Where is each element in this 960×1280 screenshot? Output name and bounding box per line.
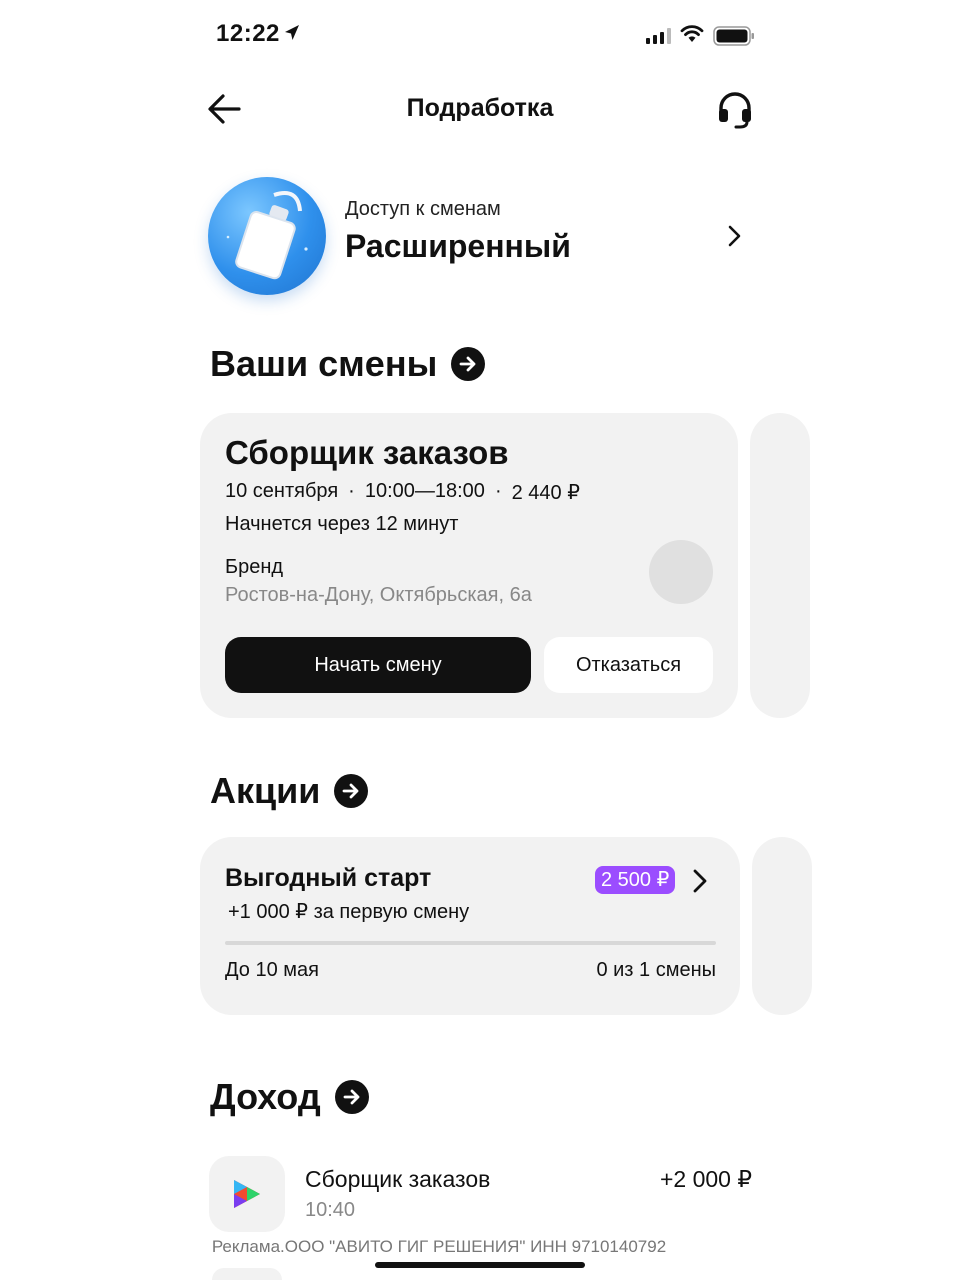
- shift-address: Ростов-на-Дону, Октябрьская, 6а: [225, 584, 532, 606]
- arrow-right-circle-icon[interactable]: [451, 347, 486, 381]
- shift-meta: 10 сентября · 10:00—18:00 · 2 440 ₽: [225, 480, 580, 505]
- promo-title: Выгодный старт: [225, 864, 432, 892]
- cellular-signal-icon: [646, 28, 671, 44]
- decline-shift-button[interactable]: Отказаться: [544, 637, 713, 693]
- chevron-right-icon[interactable]: [724, 224, 744, 248]
- section-shifts-title: Ваши смены: [210, 343, 438, 384]
- promo-card-next[interactable]: [752, 837, 812, 1015]
- shift-date: 10 сентября: [225, 480, 339, 502]
- promo-reward-badge: 2 500 ₽: [595, 866, 676, 894]
- support-headset-icon[interactable]: [716, 90, 754, 130]
- shift-starts-in: Начнется через 12 минут: [225, 513, 459, 535]
- shift-title: Сборщик заказов: [225, 434, 509, 471]
- section-promos-title: Акции: [210, 770, 321, 811]
- promo-subtitle: +1 000 ₽ за первую смену: [228, 901, 470, 923]
- wifi-icon: [680, 25, 704, 42]
- access-subtitle: Доступ к сменам: [345, 198, 501, 220]
- shift-pay: 2 440 ₽: [511, 482, 580, 504]
- income-app-icon: [209, 1156, 285, 1232]
- shift-card-next[interactable]: [750, 413, 810, 718]
- income-next-item: [212, 1268, 282, 1280]
- start-shift-button[interactable]: Начать смену: [225, 637, 531, 693]
- income-item-title: Сборщик заказов: [305, 1166, 491, 1192]
- income-item-time: 10:40: [305, 1199, 356, 1221]
- page-title: Подработка: [406, 94, 554, 122]
- status-time: 12:22: [216, 20, 280, 47]
- promo-progress-bar: [225, 941, 716, 945]
- arrow-right-circle-icon[interactable]: [334, 1080, 369, 1114]
- access-level[interactable]: Расширенный: [345, 228, 571, 265]
- shift-time: 10:00—18:00: [364, 480, 485, 502]
- ad-disclaimer: Реклама.ООО "АВИТО ГИГ РЕШЕНИЯ" ИНН 9710…: [211, 1237, 667, 1256]
- section-shifts-header[interactable]: Ваши смены: [210, 343, 486, 385]
- section-income-title: Доход: [210, 1076, 321, 1117]
- shift-brand: Бренд: [225, 556, 284, 578]
- battery-icon: [713, 26, 754, 46]
- section-income-header[interactable]: Доход: [210, 1076, 369, 1118]
- income-item-amount: +2 000 ₽: [659, 1166, 752, 1192]
- dot-separator: ·: [348, 480, 355, 502]
- brand-logo: [649, 540, 713, 604]
- dot-separator: ·: [494, 480, 502, 502]
- access-badge-icon: [208, 177, 326, 295]
- location-arrow-icon: [285, 25, 299, 40]
- promo-count: 0 из 1 смены: [596, 959, 716, 981]
- section-promos-header[interactable]: Акции: [210, 770, 369, 812]
- home-indicator[interactable]: [375, 1262, 585, 1268]
- promo-deadline: До 10 мая: [225, 959, 319, 981]
- chevron-right-icon[interactable]: [690, 868, 710, 894]
- arrow-right-circle-icon[interactable]: [334, 774, 369, 808]
